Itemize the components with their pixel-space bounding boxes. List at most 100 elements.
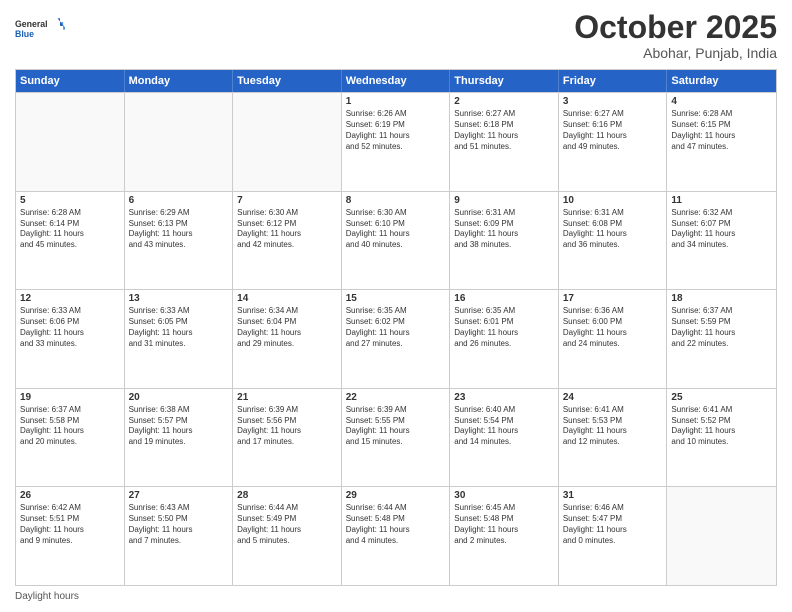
cell-info: Sunrise: 6:30 AMSunset: 6:12 PMDaylight:… <box>237 208 337 251</box>
header-day-thursday: Thursday <box>450 70 559 92</box>
cell-info: Sunrise: 6:26 AMSunset: 6:19 PMDaylight:… <box>346 109 446 152</box>
header-day-tuesday: Tuesday <box>233 70 342 92</box>
cal-cell-r2-c2: 14 Sunrise: 6:34 AMSunset: 6:04 PMDayligh… <box>233 290 342 388</box>
day-number: 25 <box>671 392 772 403</box>
calendar-header: SundayMondayTuesdayWednesdayThursdayFrid… <box>16 70 776 92</box>
header: General Blue October 2025 Abohar, Punjab… <box>15 10 777 61</box>
cell-info: Sunrise: 6:40 AMSunset: 5:54 PMDaylight:… <box>454 405 554 448</box>
cell-info: Sunrise: 6:43 AMSunset: 5:50 PMDaylight:… <box>129 503 229 546</box>
day-number: 29 <box>346 490 446 501</box>
day-number: 31 <box>563 490 663 501</box>
cell-info: Sunrise: 6:32 AMSunset: 6:07 PMDaylight:… <box>671 208 772 251</box>
calendar: SundayMondayTuesdayWednesdayThursdayFrid… <box>15 69 777 586</box>
cal-cell-r1-c1: 6 Sunrise: 6:29 AMSunset: 6:13 PMDaylight… <box>125 192 234 290</box>
cell-info: Sunrise: 6:33 AMSunset: 6:06 PMDaylight:… <box>20 306 120 349</box>
day-number: 27 <box>129 490 229 501</box>
footer: Daylight hours <box>15 591 777 602</box>
day-number: 1 <box>346 96 446 107</box>
cal-cell-r2-c0: 12Sunrise: 6:33 AMSunset: 6:06 PMDayligh… <box>16 290 125 388</box>
day-number: 10 <box>563 195 663 206</box>
cell-info: Sunrise: 6:44 AMSunset: 5:49 PMDaylight:… <box>237 503 337 546</box>
svg-text:Blue: Blue <box>15 29 34 39</box>
header-day-sunday: Sunday <box>16 70 125 92</box>
cal-cell-r1-c6: 11 Sunrise: 6:32 AMSunset: 6:07 PMDayligh… <box>667 192 776 290</box>
day-number: 28 <box>237 490 337 501</box>
logo: General Blue <box>15 10 65 48</box>
cell-info: Sunrise: 6:30 AMSunset: 6:10 PMDaylight:… <box>346 208 446 251</box>
day-number: 4 <box>671 96 772 107</box>
month-title: October 2025 <box>574 10 777 45</box>
cal-cell-r4-c0: 26Sunrise: 6:42 AMSunset: 5:51 PMDayligh… <box>16 487 125 585</box>
cell-info: Sunrise: 6:27 AMSunset: 6:16 PMDaylight:… <box>563 109 663 152</box>
cell-info: Sunrise: 6:29 AMSunset: 6:13 PMDaylight:… <box>129 208 229 251</box>
cal-cell-r4-c4: 30Sunrise: 6:45 AMSunset: 5:48 PMDayligh… <box>450 487 559 585</box>
day-number: 5 <box>20 195 120 206</box>
cell-info: Sunrise: 6:27 AMSunset: 6:18 PMDaylight:… <box>454 109 554 152</box>
calendar-row-1: 5 Sunrise: 6:28 AMSunset: 6:14 PMDaylight… <box>16 191 776 290</box>
cell-info: Sunrise: 6:37 AMSunset: 5:59 PMDaylight:… <box>671 306 772 349</box>
cal-cell-r3-c1: 20Sunrise: 6:38 AMSunset: 5:57 PMDayligh… <box>125 389 234 487</box>
logo-svg: General Blue <box>15 10 65 48</box>
day-number: 18 <box>671 293 772 304</box>
calendar-row-0: 1 Sunrise: 6:26 AMSunset: 6:19 PMDaylight… <box>16 92 776 191</box>
cal-cell-r3-c4: 23 Sunrise: 6:40 AMSunset: 5:54 PMDayligh… <box>450 389 559 487</box>
cal-cell-r0-c2 <box>233 93 342 191</box>
cal-cell-r1-c3: 8Sunrise: 6:30 AMSunset: 6:10 PMDaylight… <box>342 192 451 290</box>
cal-cell-r3-c5: 24 Sunrise: 6:41 AMSunset: 5:53 PMDayligh… <box>559 389 668 487</box>
day-number: 24 <box>563 392 663 403</box>
cal-cell-r0-c5: 3Sunrise: 6:27 AMSunset: 6:16 PMDaylight… <box>559 93 668 191</box>
cell-info: Sunrise: 6:41 AMSunset: 5:52 PMDaylight:… <box>671 405 772 448</box>
cal-cell-r4-c3: 29 Sunrise: 6:44 AMSunset: 5:48 PMDayligh… <box>342 487 451 585</box>
day-number: 19 <box>20 392 120 403</box>
day-number: 9 <box>454 195 554 206</box>
cal-cell-r3-c6: 25 Sunrise: 6:41 AMSunset: 5:52 PMDayligh… <box>667 389 776 487</box>
day-number: 16 <box>454 293 554 304</box>
cal-cell-r4-c1: 27 Sunrise: 6:43 AMSunset: 5:50 PMDayligh… <box>125 487 234 585</box>
day-number: 6 <box>129 195 229 206</box>
cal-cell-r3-c0: 19 Sunrise: 6:37 AMSunset: 5:58 PMDayligh… <box>16 389 125 487</box>
cell-info: Sunrise: 6:33 AMSunset: 6:05 PMDaylight:… <box>129 306 229 349</box>
header-day-saturday: Saturday <box>667 70 776 92</box>
cell-info: Sunrise: 6:35 AMSunset: 6:02 PMDaylight:… <box>346 306 446 349</box>
day-number: 13 <box>129 293 229 304</box>
day-number: 15 <box>346 293 446 304</box>
cell-info: Sunrise: 6:31 AMSunset: 6:09 PMDaylight:… <box>454 208 554 251</box>
header-day-wednesday: Wednesday <box>342 70 451 92</box>
calendar-row-3: 19 Sunrise: 6:37 AMSunset: 5:58 PMDayligh… <box>16 388 776 487</box>
day-number: 2 <box>454 96 554 107</box>
cell-info: Sunrise: 6:42 AMSunset: 5:51 PMDaylight:… <box>20 503 120 546</box>
svg-text:General: General <box>15 19 48 29</box>
calendar-body: 1 Sunrise: 6:26 AMSunset: 6:19 PMDaylight… <box>16 92 776 585</box>
cal-cell-r4-c5: 31Sunrise: 6:46 AMSunset: 5:47 PMDayligh… <box>559 487 668 585</box>
cell-info: Sunrise: 6:44 AMSunset: 5:48 PMDaylight:… <box>346 503 446 546</box>
cal-cell-r2-c3: 15 Sunrise: 6:35 AMSunset: 6:02 PMDayligh… <box>342 290 451 388</box>
cal-cell-r0-c4: 2 Sunrise: 6:27 AMSunset: 6:18 PMDaylight… <box>450 93 559 191</box>
cal-cell-r1-c5: 10Sunrise: 6:31 AMSunset: 6:08 PMDayligh… <box>559 192 668 290</box>
cell-info: Sunrise: 6:35 AMSunset: 6:01 PMDaylight:… <box>454 306 554 349</box>
day-number: 11 <box>671 195 772 206</box>
cell-info: Sunrise: 6:36 AMSunset: 6:00 PMDaylight:… <box>563 306 663 349</box>
cell-info: Sunrise: 6:39 AMSunset: 5:56 PMDaylight:… <box>237 405 337 448</box>
calendar-row-2: 12Sunrise: 6:33 AMSunset: 6:06 PMDayligh… <box>16 289 776 388</box>
calendar-row-4: 26Sunrise: 6:42 AMSunset: 5:51 PMDayligh… <box>16 486 776 585</box>
cell-info: Sunrise: 6:28 AMSunset: 6:14 PMDaylight:… <box>20 208 120 251</box>
cell-info: Sunrise: 6:38 AMSunset: 5:57 PMDaylight:… <box>129 405 229 448</box>
day-number: 7 <box>237 195 337 206</box>
header-day-monday: Monday <box>125 70 234 92</box>
day-number: 30 <box>454 490 554 501</box>
cal-cell-r3-c2: 21 Sunrise: 6:39 AMSunset: 5:56 PMDayligh… <box>233 389 342 487</box>
cal-cell-r0-c1 <box>125 93 234 191</box>
cal-cell-r2-c6: 18 Sunrise: 6:37 AMSunset: 5:59 PMDayligh… <box>667 290 776 388</box>
cell-info: Sunrise: 6:37 AMSunset: 5:58 PMDaylight:… <box>20 405 120 448</box>
cal-cell-r2-c4: 16 Sunrise: 6:35 AMSunset: 6:01 PMDayligh… <box>450 290 559 388</box>
cell-info: Sunrise: 6:41 AMSunset: 5:53 PMDaylight:… <box>563 405 663 448</box>
day-number: 21 <box>237 392 337 403</box>
daylight-hours-label: Daylight hours <box>15 591 79 602</box>
day-number: 14 <box>237 293 337 304</box>
cal-cell-r2-c5: 17Sunrise: 6:36 AMSunset: 6:00 PMDayligh… <box>559 290 668 388</box>
cell-info: Sunrise: 6:34 AMSunset: 6:04 PMDaylight:… <box>237 306 337 349</box>
cal-cell-r0-c6: 4Sunrise: 6:28 AMSunset: 6:15 PMDaylight… <box>667 93 776 191</box>
cell-info: Sunrise: 6:39 AMSunset: 5:55 PMDaylight:… <box>346 405 446 448</box>
day-number: 23 <box>454 392 554 403</box>
cal-cell-r2-c1: 13 Sunrise: 6:33 AMSunset: 6:05 PMDayligh… <box>125 290 234 388</box>
